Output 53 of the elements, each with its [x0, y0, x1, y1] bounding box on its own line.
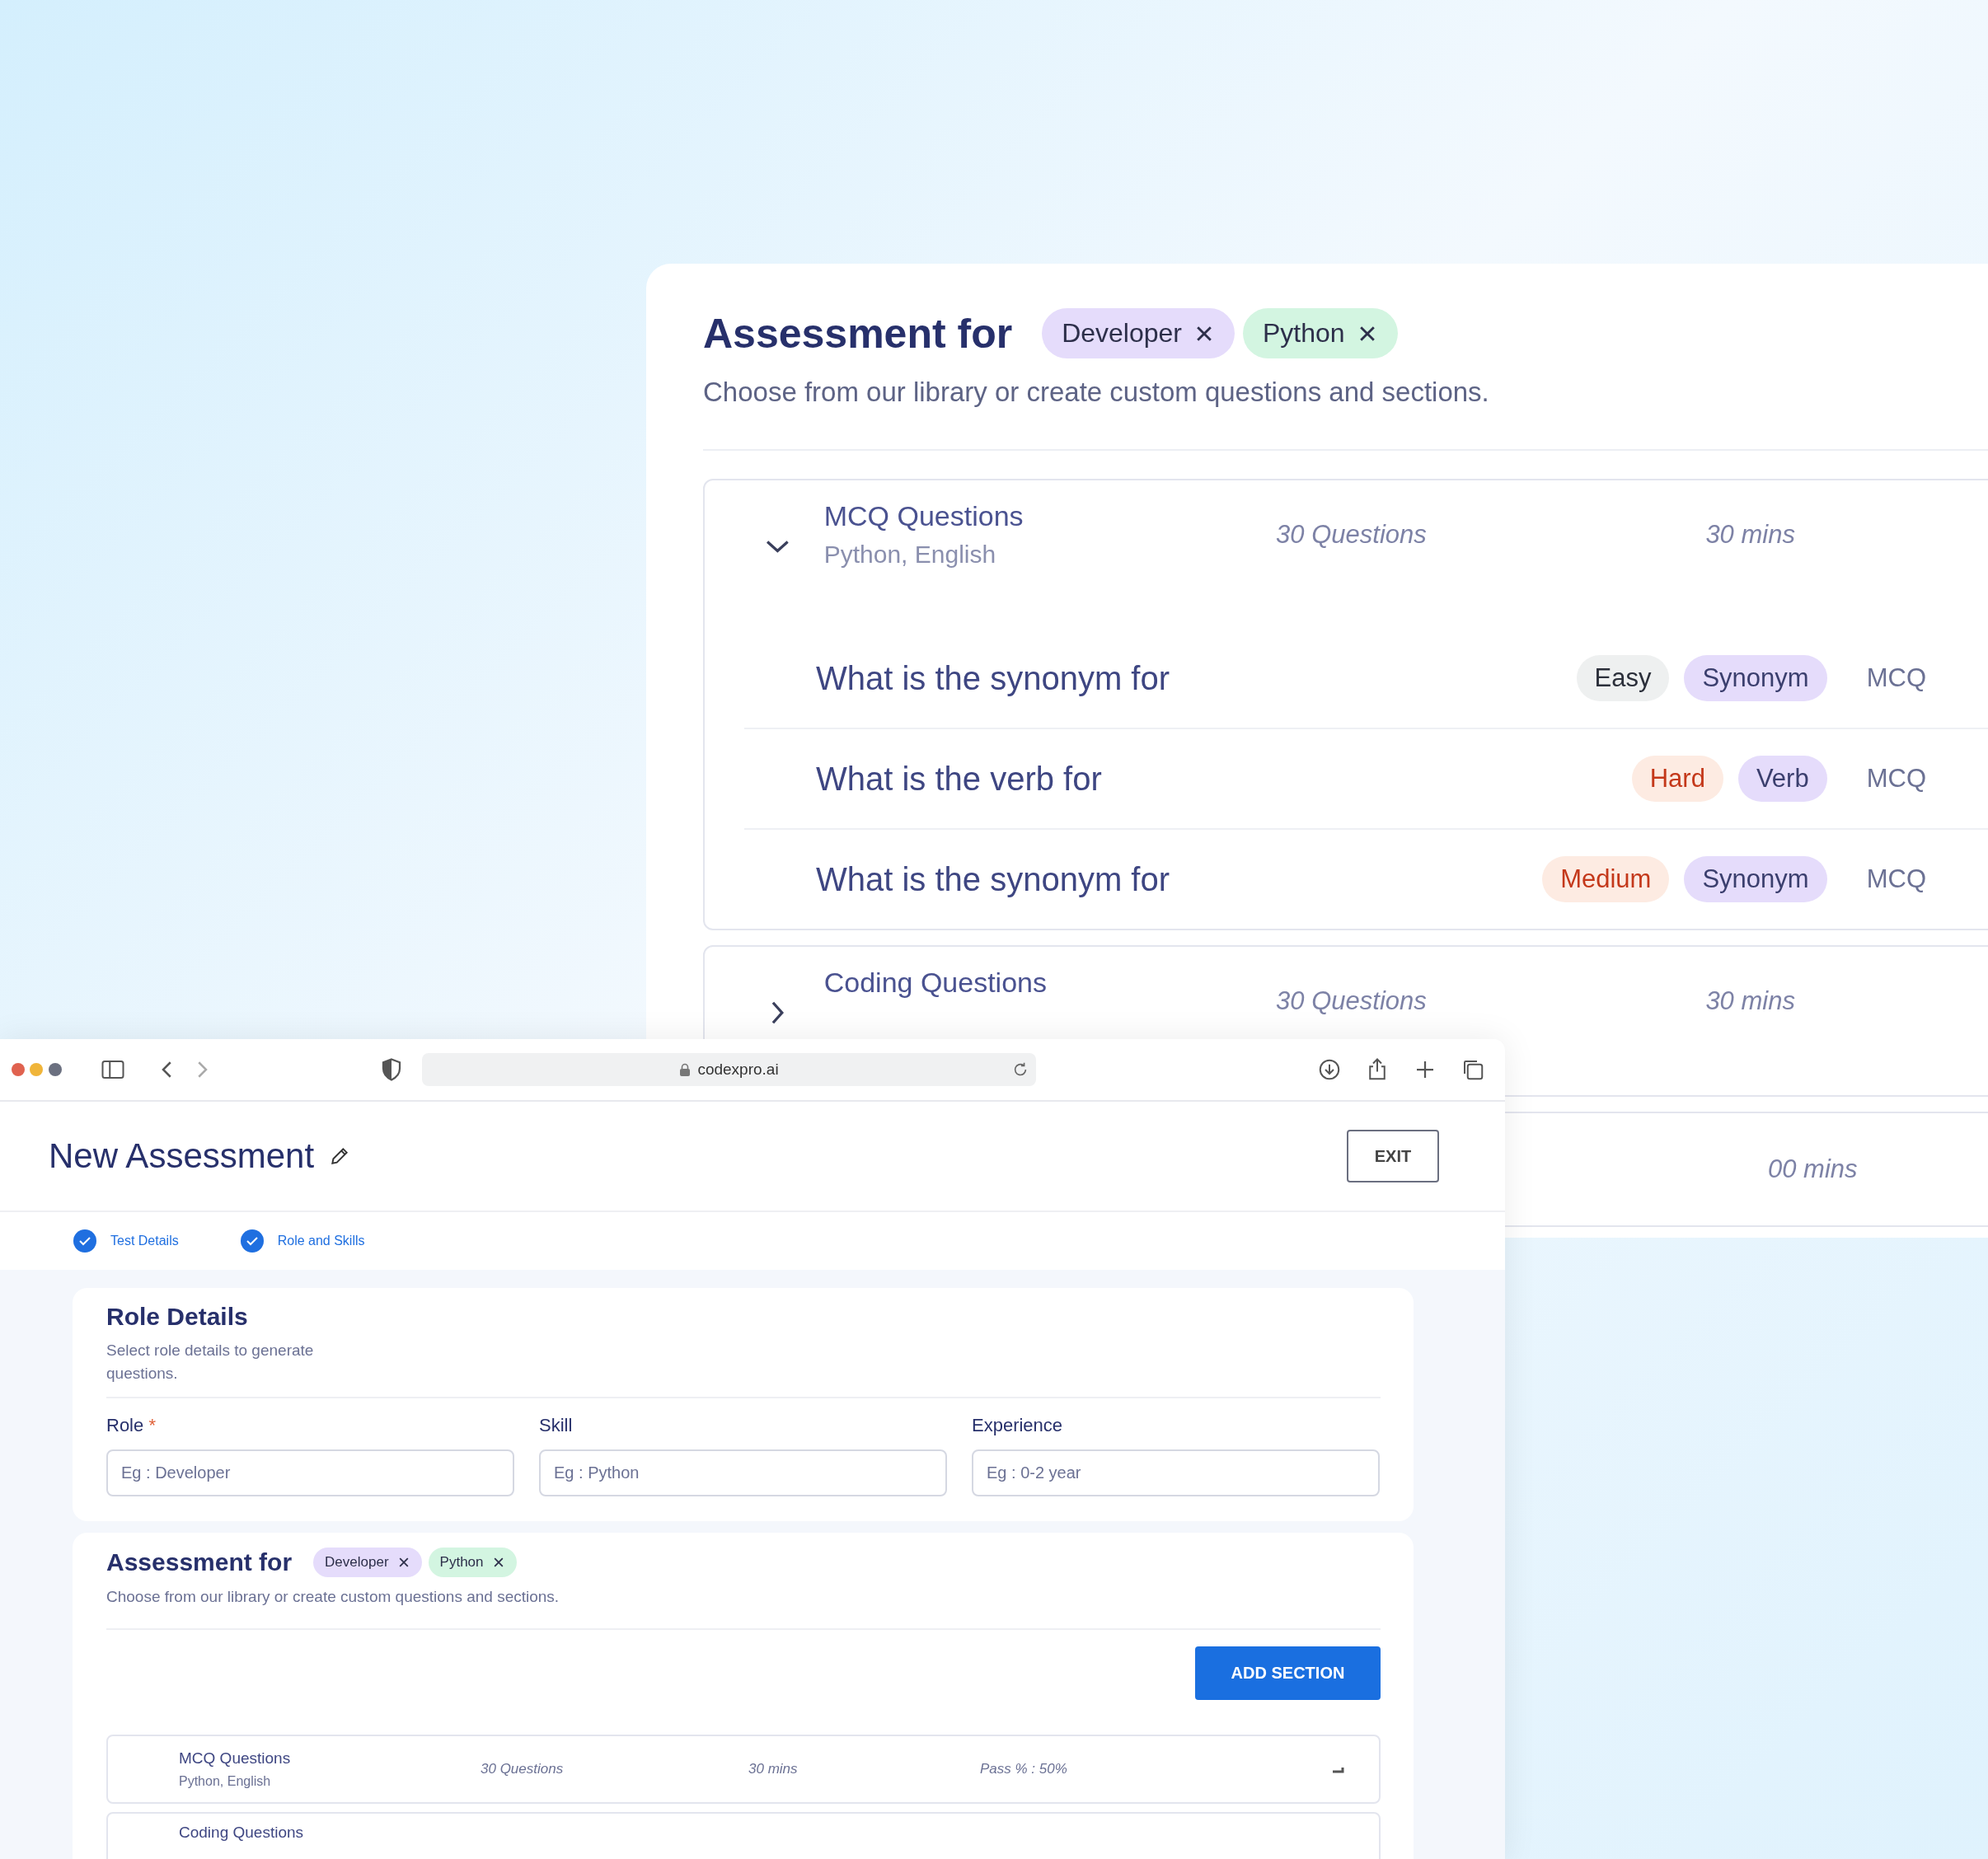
url-text: codexpro.ai — [697, 1061, 779, 1079]
duration-text: 30 mins — [748, 1761, 799, 1777]
card-subtitle: Select role details to generate questions. — [106, 1341, 315, 1384]
step-label[interactable]: Role and Skills — [277, 1234, 365, 1248]
input-field[interactable]: Eg : Developer — [106, 1449, 514, 1496]
question-text: What is the verb for — [816, 760, 1103, 798]
page-title: New Assessment — [49, 1136, 315, 1176]
step-label[interactable]: Test Details — [110, 1234, 179, 1248]
tag-chip: Python — [428, 1548, 517, 1577]
section-title: Coding Questions — [823, 967, 1048, 999]
panel-subtitle: Choose from our library or create custom questions and sections. — [703, 377, 1988, 451]
input-field[interactable]: Eg : Python — [539, 1449, 947, 1496]
card-subtitle: Choose from our library or create custom questions and sections. — [106, 1585, 1381, 1630]
input-field[interactable]: Eg : 0-2 year — [972, 1449, 1380, 1496]
lock-icon — [679, 1063, 692, 1076]
tag-chip: Developer — [313, 1548, 422, 1577]
category-tag: Synonym — [1684, 655, 1827, 701]
field-label: Role * — [106, 1415, 157, 1436]
section-title: MCQ Questions — [823, 500, 1024, 532]
field-label: Skill — [539, 1415, 574, 1436]
question-count: 30 Questions — [481, 1761, 565, 1777]
type-label: MCQ — [1865, 763, 1927, 794]
exit-button[interactable]: EXIT — [1347, 1130, 1439, 1182]
type-label: MCQ — [1865, 663, 1927, 694]
question-text: What is the synonym for — [816, 860, 1171, 898]
add-section-button[interactable]: ADD SECTION — [1195, 1646, 1381, 1700]
difficulty-tag: Medium — [1542, 856, 1670, 902]
card-title: Assessment for — [106, 1548, 293, 1576]
section-title: MCQ Questions — [179, 1749, 292, 1768]
difficulty-tag: Easy — [1576, 655, 1670, 701]
tag-chip: Python — [1243, 308, 1398, 358]
card-title: Role Details — [106, 1303, 249, 1331]
difficulty-tag: Hard — [1631, 756, 1723, 802]
pass-text: Pass % : 50% — [980, 1761, 1067, 1777]
category-tag: Synonym — [1684, 856, 1827, 902]
question-count: 30 Questions — [1275, 986, 1428, 1016]
duration-text: 00 mins — [1768, 1154, 1859, 1184]
section-row[interactable]: Coding Questions — [106, 1812, 1381, 1859]
section-row[interactable]: MCQ Questions Python, English 30 Questions 30 mins Pass % : 50% — [106, 1735, 1381, 1804]
download-icon[interactable] — [1317, 1057, 1342, 1082]
tag-chip: Developer — [1042, 308, 1235, 358]
duration-text: 30 mins — [1705, 986, 1796, 1016]
panel-title: Assessment for — [703, 309, 1013, 358]
duration-text: 30 mins — [1705, 520, 1796, 550]
section-title: Coding Questions — [179, 1824, 305, 1842]
type-label: MCQ — [1865, 864, 1927, 895]
section-subtitle: Python, English — [823, 541, 997, 569]
question-text: What is the synonym for — [816, 659, 1171, 697]
address-bar[interactable]: codexpro.ai — [422, 1053, 1036, 1086]
question-count: 30 Questions — [1275, 520, 1428, 550]
section-subtitle: Python, English — [179, 1774, 272, 1789]
field-label: Experience — [972, 1415, 1064, 1436]
category-tag: Verb — [1737, 756, 1827, 802]
